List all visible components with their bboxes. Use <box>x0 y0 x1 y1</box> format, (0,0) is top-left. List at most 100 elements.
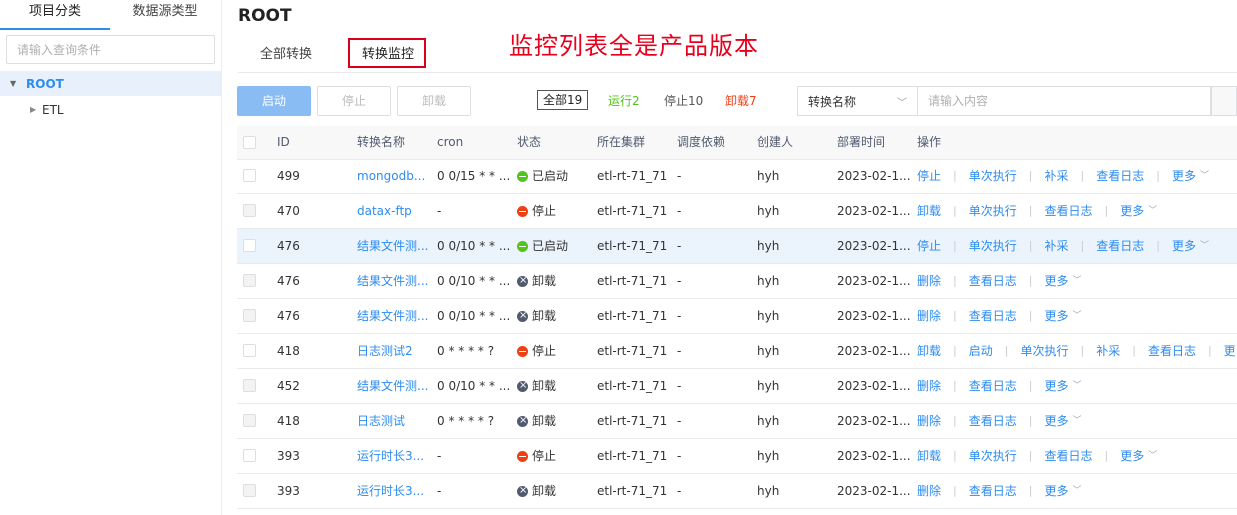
cell-name-link[interactable]: 日志测试2 <box>357 334 433 368</box>
op-delete-link[interactable]: 删除 <box>917 474 941 508</box>
op-more-link[interactable]: 更多 <box>1120 439 1144 473</box>
op-delete-link[interactable]: 删除 <box>917 369 941 403</box>
filter-all[interactable]: 全部19 <box>537 90 589 110</box>
cell-name-link[interactable]: 结果文件测... <box>357 369 433 403</box>
tree-node-etl[interactable]: ▶ ETL <box>0 97 221 122</box>
stop-button[interactable]: 停止 <box>317 86 391 116</box>
op-unload-link[interactable]: 卸载 <box>917 439 941 473</box>
table-row[interactable]: 418 日志测试2 0 * * * * ? 停止 etl-rt-71_71- hyh 202… <box>237 334 1237 369</box>
chevron-down-icon[interactable]: ﹀ <box>1200 159 1209 193</box>
sidebar-tab-project-category[interactable]: 项目分类 <box>0 0 110 30</box>
op-delete-link[interactable]: 删除 <box>917 264 941 298</box>
op-more-link[interactable]: 更多 <box>1044 264 1068 298</box>
op-view-log-link[interactable]: 查看日志 <box>1096 159 1144 193</box>
op-unload-link[interactable]: 卸载 <box>917 334 941 368</box>
op-view-log-link[interactable]: 查看日志 <box>1044 194 1092 228</box>
op-more-link[interactable]: 更多 <box>1044 474 1068 508</box>
op-more-link[interactable]: 更多 <box>1172 159 1196 193</box>
op-more-link[interactable]: 更多 <box>1044 404 1068 438</box>
cell-name-link[interactable]: 运行时长3... <box>357 474 433 508</box>
tab-all-transforms[interactable]: 全部转换 <box>260 40 312 70</box>
op-stop-link[interactable]: 停止 <box>917 229 941 263</box>
table-row[interactable]: 476 结果文件测... 0 0/10 * * ... 已启动 etl-rt-71_71… <box>237 229 1237 264</box>
chevron-down-icon[interactable]: ﹀ <box>1072 404 1081 438</box>
cell-name-link[interactable]: mongodb... <box>357 159 433 193</box>
op-view-log-link[interactable]: 查看日志 <box>1096 229 1144 263</box>
chevron-down-icon[interactable]: ﹀ <box>1148 439 1157 473</box>
row-checkbox[interactable] <box>243 344 256 357</box>
op-more-link[interactable]: 更多 <box>1044 369 1068 403</box>
row-checkbox[interactable] <box>243 204 256 217</box>
op-stop-link[interactable]: 停止 <box>917 159 941 193</box>
start-button[interactable]: 启动 <box>237 86 311 116</box>
row-checkbox[interactable] <box>243 484 256 497</box>
op-backfill-link[interactable]: 补采 <box>1044 159 1068 193</box>
caret-right-icon[interactable]: ▶ <box>30 105 42 114</box>
chevron-down-icon[interactable]: ﹀ <box>1072 369 1081 403</box>
filter-stopped[interactable]: 停止10 <box>664 92 703 109</box>
filter-unloaded[interactable]: 卸载7 <box>725 92 757 109</box>
table-row[interactable]: 393运行时长3...-卸载etl-rt-71_71-hyh2023-02-1.… <box>237 474 1237 509</box>
cell-name-link[interactable]: datax-ftp <box>357 194 433 228</box>
cell-name-link[interactable]: 结果文件测... <box>357 264 433 298</box>
sidebar-tab-datasource-type[interactable]: 数据源类型 <box>110 0 220 30</box>
chevron-down-icon[interactable]: ﹀ <box>1072 264 1081 298</box>
op-more-link[interactable]: 更 <box>1224 334 1236 368</box>
op-more-link[interactable]: 更多 <box>1172 229 1196 263</box>
cell-name-link[interactable]: 结果文件测... <box>357 299 433 333</box>
cell-cluster: etl-rt-71_71 <box>597 274 668 288</box>
op-view-log-link[interactable]: 查看日志 <box>1148 334 1196 368</box>
search-field-select[interactable]: 转换名称 ﹀ <box>797 86 917 116</box>
op-view-log-link[interactable]: 查看日志 <box>969 404 1017 438</box>
cell-id: 470 <box>277 204 300 218</box>
row-checkbox[interactable] <box>243 449 256 462</box>
op-more-link[interactable]: 更多 <box>1120 194 1144 228</box>
op-delete-link[interactable]: 删除 <box>917 404 941 438</box>
table-row[interactable]: 470 datax-ftp - 停止 etl-rt-71_71- hyh 2023-02-1… <box>237 194 1237 229</box>
op-run-once-link[interactable]: 单次执行 <box>969 439 1017 473</box>
row-checkbox[interactable] <box>243 379 256 392</box>
op-run-once-link[interactable]: 单次执行 <box>969 159 1017 193</box>
chevron-down-icon[interactable]: ﹀ <box>1072 299 1081 333</box>
op-run-once-link[interactable]: 单次执行 <box>969 194 1017 228</box>
unload-button[interactable]: 卸载 <box>397 86 471 116</box>
op-view-log-link[interactable]: 查看日志 <box>969 474 1017 508</box>
op-backfill-link[interactable]: 补采 <box>1096 334 1120 368</box>
op-view-log-link[interactable]: 查看日志 <box>969 264 1017 298</box>
op-backfill-link[interactable]: 补采 <box>1044 229 1068 263</box>
row-checkbox[interactable] <box>243 169 256 182</box>
sidebar-search-input[interactable] <box>6 35 215 64</box>
cell-name-link[interactable]: 日志测试 <box>357 404 433 438</box>
op-run-once-link[interactable]: 单次执行 <box>1020 334 1068 368</box>
select-all-checkbox[interactable] <box>243 136 256 149</box>
cell-name-link[interactable]: 运行时长3... <box>357 439 433 473</box>
chevron-down-icon[interactable]: ﹀ <box>1148 194 1157 228</box>
table-row[interactable]: 418 日志测试 0 * * * * ? 卸载 etl-rt-71_71- hyh 2023… <box>237 404 1237 439</box>
filter-running[interactable]: 运行2 <box>608 92 640 109</box>
op-delete-link[interactable]: 删除 <box>917 299 941 333</box>
op-view-log-link[interactable]: 查看日志 <box>1044 439 1092 473</box>
row-checkbox[interactable] <box>243 414 256 427</box>
caret-down-icon[interactable]: ▼ <box>10 79 24 88</box>
search-input[interactable] <box>917 86 1211 116</box>
table-row[interactable]: 499 mongodb... 0 0/15 * * ... 已启动 etl-rt-71_… <box>237 159 1237 194</box>
table-row[interactable]: 476 结果文件测... 0 0/10 * * ... 卸载 etl-rt-71_71-… <box>237 299 1237 334</box>
op-unload-link[interactable]: 卸载 <box>917 194 941 228</box>
table-row[interactable]: 476 结果文件测... 0 0/10 * * ... 卸载 etl-rt-71_71-… <box>237 264 1237 299</box>
op-view-log-link[interactable]: 查看日志 <box>969 369 1017 403</box>
row-checkbox[interactable] <box>243 239 256 252</box>
table-row[interactable]: 452 结果文件测... 0 0/10 * * ... 卸载 etl-rt-71_71-… <box>237 369 1237 404</box>
row-checkbox[interactable] <box>243 309 256 322</box>
op-view-log-link[interactable]: 查看日志 <box>969 299 1017 333</box>
table-row[interactable]: 393 运行时长3... - 停止 etl-rt-71_71- hyh 2023-02-1.… <box>237 439 1237 474</box>
op-start-link[interactable]: 启动 <box>969 334 993 368</box>
op-run-once-link[interactable]: 单次执行 <box>969 229 1017 263</box>
op-more-link[interactable]: 更多 <box>1044 299 1068 333</box>
search-button[interactable] <box>1211 86 1237 116</box>
row-checkbox[interactable] <box>243 274 256 287</box>
cell-name-link[interactable]: 结果文件测... <box>357 229 433 263</box>
op-separator: | <box>1028 414 1033 427</box>
tree-node-root[interactable]: ▼ ROOT <box>0 71 221 96</box>
chevron-down-icon[interactable]: ﹀ <box>1072 474 1081 508</box>
chevron-down-icon[interactable]: ﹀ <box>1200 229 1209 263</box>
